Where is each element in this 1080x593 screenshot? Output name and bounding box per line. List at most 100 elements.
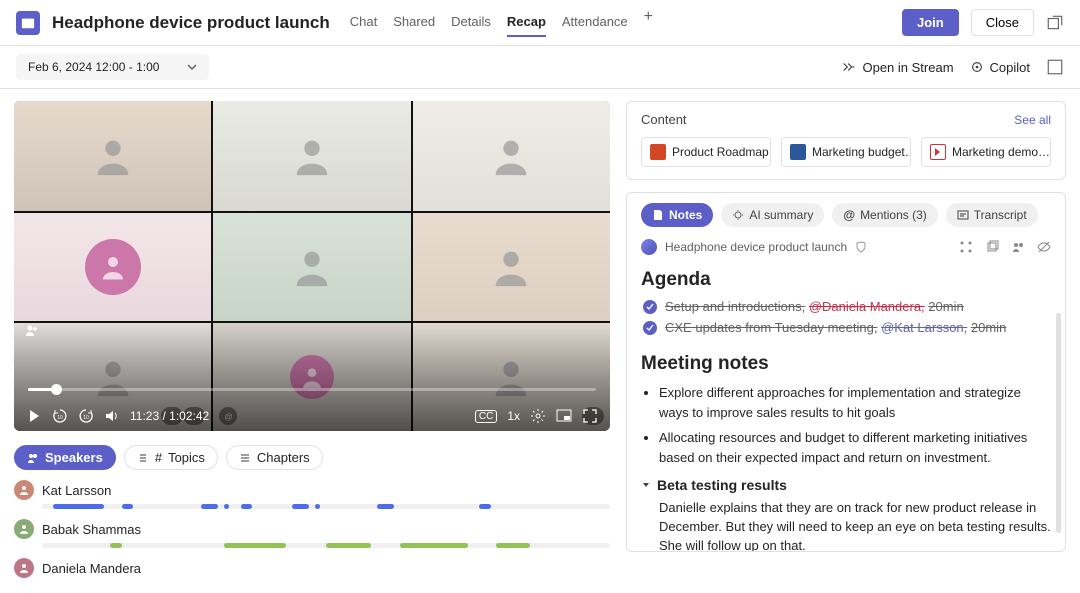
speaker-name: Daniela Mandera [42,561,141,576]
participant-tile [211,101,410,211]
participant-tile [211,211,410,321]
tab-shared[interactable]: Shared [393,8,435,37]
shield-icon [855,241,867,253]
left-column: @ @ [0,89,618,591]
participant-tile [14,211,211,321]
open-in-stream-button[interactable]: Open in Stream [842,60,953,75]
meeting-notes-heading: Meeting notes [641,353,1051,375]
tab-details[interactable]: Details [451,8,491,37]
word-icon [790,144,806,160]
content-file[interactable]: Marketing budget… [781,137,911,167]
copy-icon[interactable] [985,240,999,254]
date-picker[interactable]: Feb 6, 2024 12:00 - 1:00 [16,54,209,80]
notes-doc-title: Headphone device product launch [665,240,847,254]
powerpoint-icon [650,144,666,160]
content-file[interactable]: Marketing demo… [921,137,1051,167]
participant-tile [411,211,610,321]
grid-icon[interactable] [959,240,973,254]
video-time: 11:23 / 1:02:42 [130,409,209,423]
content-panel-title: Content [641,112,687,127]
join-button[interactable]: Join [902,9,959,36]
notes-body: Agenda Setup and introductions, @Daniela… [641,269,1051,552]
subheader: Feb 6, 2024 12:00 - 1:00 Open in Stream … [0,46,1080,89]
ai-summary-pill[interactable]: AI summary [721,203,824,227]
scrollbar[interactable] [1056,313,1061,533]
notes-bullet-item: Allocating resources and budget to diffe… [659,428,1051,467]
forward-10-icon[interactable]: 10 [78,408,94,424]
notes-pill[interactable]: Notes [641,203,713,227]
avatar [14,480,34,500]
chapters-chip[interactable]: Chapters [226,445,323,470]
video-scrubber[interactable] [14,377,610,401]
speaker-row: Daniela Mandera [14,558,610,578]
stream-icon [842,60,856,74]
check-icon[interactable] [643,321,657,335]
triangle-down-icon [641,480,651,490]
speakers-timeline: Kat Larsson Babak Shammas [14,480,610,578]
rewind-10-icon[interactable]: 10 [52,408,68,424]
close-button[interactable]: Close [971,9,1034,36]
tab-chat[interactable]: Chat [350,8,377,37]
pip-icon[interactable] [556,408,572,424]
tab-attendance[interactable]: Attendance [562,8,628,37]
speaker-name: Babak Shammas [42,522,141,537]
add-people-icon[interactable] [24,323,40,344]
agenda-item[interactable]: Setup and introductions, @Daniela Mander… [641,299,1051,314]
fullscreen-icon[interactable] [582,408,598,424]
cc-button[interactable]: CC [475,410,497,423]
agenda-heading: Agenda [641,269,1051,291]
svg-text:10: 10 [57,415,63,421]
notes-doc-header: Headphone device product launch [641,239,1051,255]
notes-panel: Notes AI summary @ Mentions (3) Transcri… [626,192,1066,552]
loop-icon [641,239,657,255]
video-file-icon [930,144,946,160]
see-all-link[interactable]: See all [1014,113,1051,127]
tab-recap[interactable]: Recap [507,8,546,37]
expand-icon[interactable] [1046,58,1064,76]
participant-tile [14,101,211,211]
avatar [14,519,34,539]
speaker-timeline-bar[interactable] [42,504,610,509]
visibility-off-icon[interactable] [1037,240,1051,254]
add-tab-button[interactable]: + [644,8,653,37]
notes-pill-row: Notes AI summary @ Mentions (3) Transcri… [641,203,1051,227]
meeting-title: Headphone device product launch [52,13,330,33]
speaker-row: Kat Larsson [14,480,610,509]
timeline-view-chips: Speakers # Topics Chapters [14,445,610,470]
speaker-row: Babak Shammas [14,519,610,548]
share-people-icon[interactable] [1011,240,1025,254]
right-column: Content See all Product Roadmap… Marketi… [618,89,1080,591]
copilot-icon [970,60,984,74]
mentions-pill[interactable]: @ Mentions (3) [832,203,937,227]
topics-chip[interactable]: # Topics [124,445,218,470]
date-range-label: Feb 6, 2024 12:00 - 1:00 [28,60,159,74]
agenda-item[interactable]: CXE updates from Tuesday meeting, @Kat L… [641,320,1051,335]
speakers-chip[interactable]: Speakers [14,445,116,470]
speed-button[interactable]: 1x [507,409,520,423]
popout-icon[interactable] [1046,14,1064,32]
transcript-pill[interactable]: Transcript [946,203,1038,227]
video-player[interactable]: @ @ [14,101,610,431]
speaker-timeline-bar[interactable] [42,543,610,548]
header-tabs: Chat Shared Details Recap Attendance + [350,8,653,37]
notes-bullet-item: Explore different approaches for impleme… [659,383,1051,422]
check-icon[interactable] [643,300,657,314]
copilot-button[interactable]: Copilot [970,60,1030,75]
calendar-app-icon [16,11,40,35]
video-controls: 10 10 11:23 / 1:02:42 CC 1x [14,401,610,431]
notes-bullets: Explore different approaches for impleme… [659,383,1051,467]
svg-text:10: 10 [83,415,89,421]
participant-tile [411,101,610,211]
speaker-name: Kat Larsson [42,483,111,498]
play-icon[interactable] [26,408,42,424]
section-body: Danielle explains that they are on track… [659,499,1051,552]
volume-icon[interactable] [104,408,120,424]
avatar [85,239,141,295]
content-file[interactable]: Product Roadmap… [641,137,771,167]
section-toggle[interactable]: Beta testing results [641,477,1051,493]
app-header: Headphone device product launch Chat Sha… [0,0,1080,46]
avatar [14,558,34,578]
chevron-down-icon [187,62,197,72]
content-panel: Content See all Product Roadmap… Marketi… [626,101,1066,180]
settings-icon[interactable] [530,408,546,424]
